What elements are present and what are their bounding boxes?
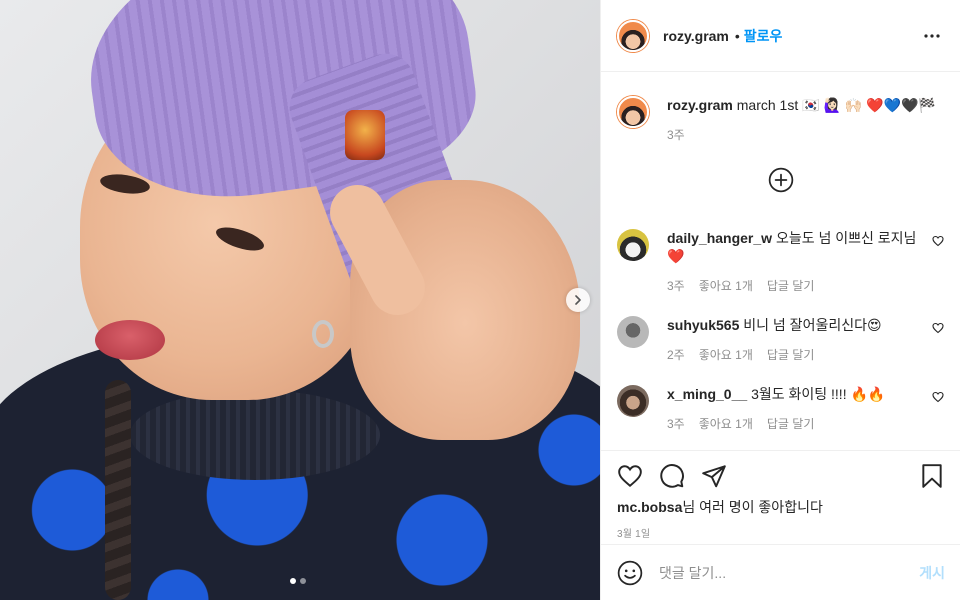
carousel-next-button[interactable] <box>566 288 590 312</box>
header-separator: • <box>734 27 740 44</box>
carousel-dot <box>300 578 306 584</box>
share-icon[interactable] <box>701 463 727 489</box>
caption-text: march 1st 🇰🇷 🙋🏻‍♀️ 🙌🏻 ❤️💙🖤🏁 <box>736 97 936 113</box>
reply-button[interactable]: 답글 달기 <box>767 277 815 294</box>
post-sidebar: rozy.gram • 팔로우 rozy.gram march 1st 🇰🇷 🙋… <box>600 0 960 600</box>
caption-username[interactable]: rozy.gram <box>667 97 733 113</box>
likes-user[interactable]: mc.bobsa <box>617 499 682 515</box>
heart-icon[interactable] <box>932 322 944 334</box>
carousel-indicator <box>290 578 306 584</box>
comment-text: 3월도 화이팅 !!!! 🔥🔥 <box>751 386 886 402</box>
photo-lips <box>95 320 165 360</box>
heart-icon[interactable] <box>617 463 643 489</box>
caption-time[interactable]: 3주 <box>667 126 685 143</box>
photo-earring <box>312 320 334 348</box>
comment-text: 비니 넘 잘어울리신다😍 <box>743 317 882 333</box>
comment-time[interactable]: 3주 <box>667 415 685 432</box>
photo-pin <box>345 110 385 160</box>
comment-time[interactable]: 3주 <box>667 277 685 294</box>
comment-time[interactable]: 2주 <box>667 346 685 363</box>
comment-item: suhyuk565 비니 넘 잘어울리신다😍 2주 좋아요 1개 답글 달기 <box>617 316 944 363</box>
comment-username[interactable]: suhyuk565 <box>667 317 739 333</box>
commenter-avatar[interactable] <box>617 385 649 417</box>
follow-button[interactable]: 팔로우 <box>744 26 783 46</box>
comment-likes[interactable]: 좋아요 1개 <box>699 346 753 363</box>
heart-icon[interactable] <box>932 391 944 403</box>
bookmark-icon[interactable] <box>919 463 945 489</box>
commenter-avatar[interactable] <box>617 316 649 348</box>
more-horizontal-icon <box>924 33 940 38</box>
chevron-right-icon <box>575 295 581 305</box>
plus-circle-icon <box>768 167 793 193</box>
post-actions: mc.bobsa님 여러 명이 좋아합니다 3월 1일 <box>601 450 960 540</box>
add-comment-bar: 게시 <box>601 544 960 600</box>
owner-avatar[interactable] <box>617 19 649 52</box>
post-caption: rozy.gram march 1st 🇰🇷 🙋🏻‍♀️ 🙌🏻 ❤️💙🖤🏁 3주 <box>617 72 944 143</box>
reply-button[interactable]: 답글 달기 <box>767 415 815 432</box>
comment-item: daily_hanger_w 오늘도 넘 이쁘신 로지님❤️ 3주 좋아요 1개… <box>617 229 944 294</box>
comment-username[interactable]: x_ming_0__ <box>667 386 747 402</box>
photo-collar <box>130 390 380 480</box>
post-comment-button[interactable]: 게시 <box>919 563 945 583</box>
more-options-button[interactable] <box>920 24 944 48</box>
comment-likes[interactable]: 좋아요 1개 <box>699 415 753 432</box>
reply-button[interactable]: 답글 달기 <box>767 346 815 363</box>
comment-input[interactable] <box>659 564 920 581</box>
comment-icon[interactable] <box>659 463 685 489</box>
commenter-avatar[interactable] <box>617 229 649 261</box>
load-more-comments[interactable] <box>617 143 944 207</box>
instagram-post: rozy.gram • 팔로우 rozy.gram march 1st 🇰🇷 🙋… <box>0 0 960 600</box>
comment-item: x_ming_0__ 3월도 화이팅 !!!! 🔥🔥 3주 좋아요 1개 답글 … <box>617 385 944 432</box>
caption-avatar[interactable] <box>617 96 649 128</box>
likes-summary: mc.bobsa님 여러 명이 좋아합니다 <box>617 497 945 517</box>
carousel-dot-active <box>290 578 296 584</box>
post-photo[interactable] <box>0 0 600 600</box>
emoji-icon[interactable] <box>617 560 643 586</box>
post-header: rozy.gram • 팔로우 <box>601 0 960 72</box>
comment-username[interactable]: daily_hanger_w <box>667 230 772 246</box>
likes-suffix[interactable]: 님 여러 명이 좋아합니다 <box>682 499 822 515</box>
heart-icon[interactable] <box>932 235 944 247</box>
photo-braid <box>105 380 131 600</box>
action-icons <box>617 463 945 489</box>
comment-likes[interactable]: 좋아요 1개 <box>699 277 753 294</box>
comment-list: rozy.gram march 1st 🇰🇷 🙋🏻‍♀️ 🙌🏻 ❤️💙🖤🏁 3주 <box>601 72 960 432</box>
post-date[interactable]: 3월 1일 <box>617 525 945 540</box>
owner-username[interactable]: rozy.gram <box>663 28 729 44</box>
